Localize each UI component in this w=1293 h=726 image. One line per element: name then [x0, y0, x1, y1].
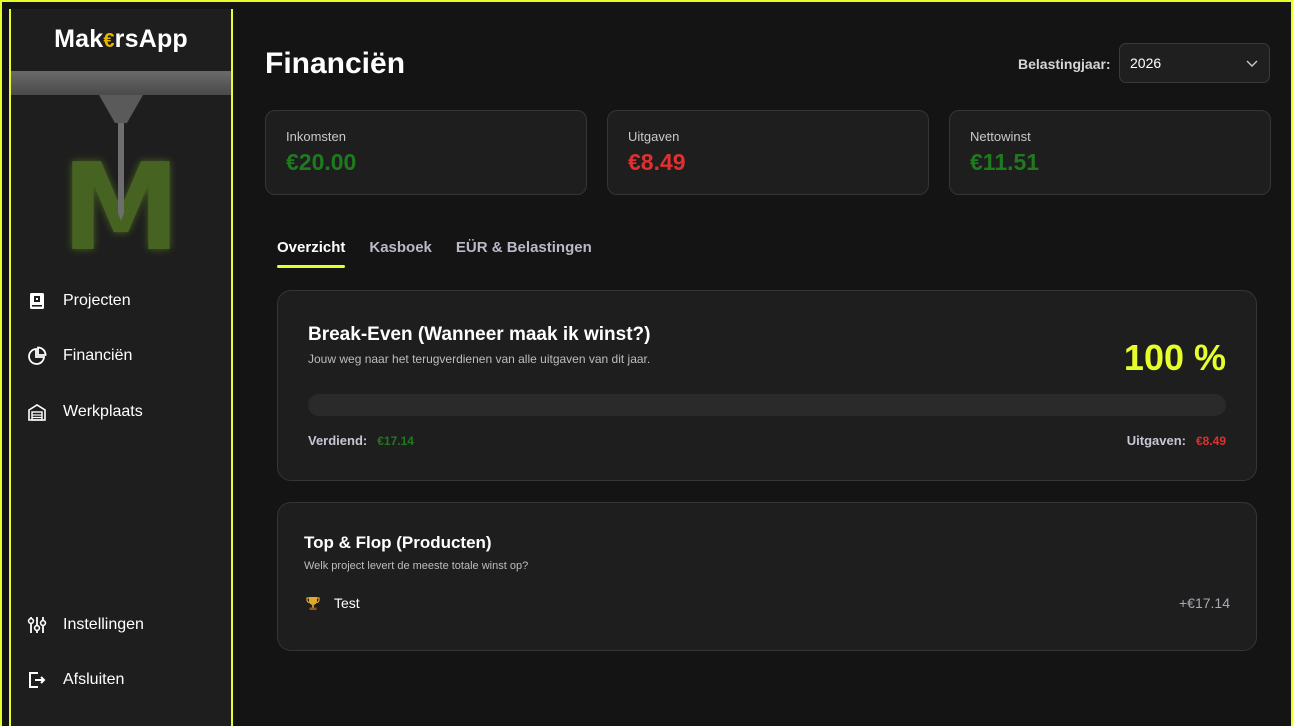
app-window: Mak€rsApp M Projecten Financiën Werkplaa… — [0, 0, 1293, 726]
break-even-title: Break-Even (Wanneer maak ik winst?) — [308, 324, 651, 345]
stat-value: €11.51 — [970, 149, 1040, 175]
expenses-label: Uitgaven: — [1126, 433, 1186, 448]
makers-logo-icon: M — [11, 71, 231, 278]
sidebar-item-label: Projecten — [63, 292, 131, 309]
app-title-part1: Mak — [54, 25, 104, 53]
break-even-percent: 100 % — [1123, 337, 1226, 378]
tab-kasboek[interactable]: Kasboek — [369, 239, 432, 268]
expenses-value: €8.49 — [1195, 433, 1226, 448]
earned-value: €17.14 — [377, 433, 414, 448]
sidebar: Mak€rsApp M Projecten Financiën Werkplaa… — [9, 9, 233, 726]
sidebar-item-projecten[interactable]: Projecten — [27, 289, 131, 313]
tab-overzicht[interactable]: Overzicht — [277, 239, 346, 268]
tax-year-select[interactable]: 2026 — [1119, 43, 1270, 83]
stat-value: €8.49 — [628, 149, 686, 175]
sidebar-item-label: Instellingen — [63, 616, 144, 633]
tax-year-label: Belastingjaar: — [1018, 56, 1111, 72]
stat-label: Inkomsten — [286, 129, 346, 144]
top-flop-title: Top & Flop (Producten) — [304, 533, 492, 552]
chevron-down-icon — [1246, 60, 1258, 67]
top-flop-subtitle: Welk project levert de meeste totale win… — [304, 560, 529, 572]
earned-label: Verdiend: — [308, 433, 368, 448]
sidebar-item-financien[interactable]: Financiën — [27, 344, 132, 368]
sidebar-item-instellingen[interactable]: Instellingen — [27, 613, 144, 637]
tax-year-value: 2026 — [1130, 55, 1162, 71]
logo-graphic: M — [11, 71, 231, 278]
sidebar-item-label: Werkplaats — [63, 403, 143, 420]
book-icon — [30, 293, 44, 309]
page-title: Financiën — [265, 47, 406, 80]
app-title-euro: € — [103, 30, 115, 52]
trophy-icon — [306, 596, 320, 610]
sidebar-item-werkplaats[interactable]: Werkplaats — [27, 400, 143, 424]
main-content: Financiën Belastingjaar: 2026 Inkomsten … — [235, 9, 1291, 726]
earned-row: Verdiend: €17.14 — [308, 433, 414, 448]
top-flop-panel: Top & Flop (Producten) Welk project leve… — [277, 502, 1257, 651]
list-item[interactable]: Test +€17.14 — [306, 595, 1230, 611]
tab-bar: Overzicht Kasboek EÜR & Belastingen — [277, 239, 592, 268]
stat-card-nettowinst: Nettowinst €11.51 — [949, 110, 1271, 195]
garage-icon — [28, 404, 46, 421]
break-even-panel: Break-Even (Wanneer maak ik winst?) Jouw… — [277, 290, 1257, 481]
pie-chart-icon — [28, 346, 47, 365]
break-even-subtitle: Jouw weg naar het terugverdienen van all… — [308, 352, 651, 366]
sidebar-item-label: Afsluiten — [63, 671, 125, 688]
stat-label: Uitgaven — [628, 129, 680, 144]
stat-card-uitgaven: Uitgaven €8.49 — [607, 110, 929, 195]
stat-card-inkomsten: Inkomsten €20.00 — [265, 110, 587, 195]
tab-eur-belastingen[interactable]: EÜR & Belastingen — [456, 239, 592, 268]
sliders-icon — [27, 617, 47, 633]
expenses-row: Uitgaven: €8.49 — [1127, 433, 1226, 448]
product-name: Test — [334, 595, 360, 611]
app-title: Mak€rsApp — [11, 25, 231, 54]
product-profit: +€17.14 — [1179, 595, 1230, 611]
stat-value: €20.00 — [286, 149, 357, 175]
sidebar-item-afsluiten[interactable]: Afsluiten — [27, 668, 124, 692]
app-title-part2: rsApp — [114, 25, 188, 53]
break-even-progress-fill — [308, 394, 1226, 416]
stat-label: Nettowinst — [970, 129, 1031, 144]
break-even-progress — [308, 394, 1226, 416]
logout-icon — [29, 672, 46, 688]
sidebar-item-label: Financiën — [63, 347, 133, 364]
